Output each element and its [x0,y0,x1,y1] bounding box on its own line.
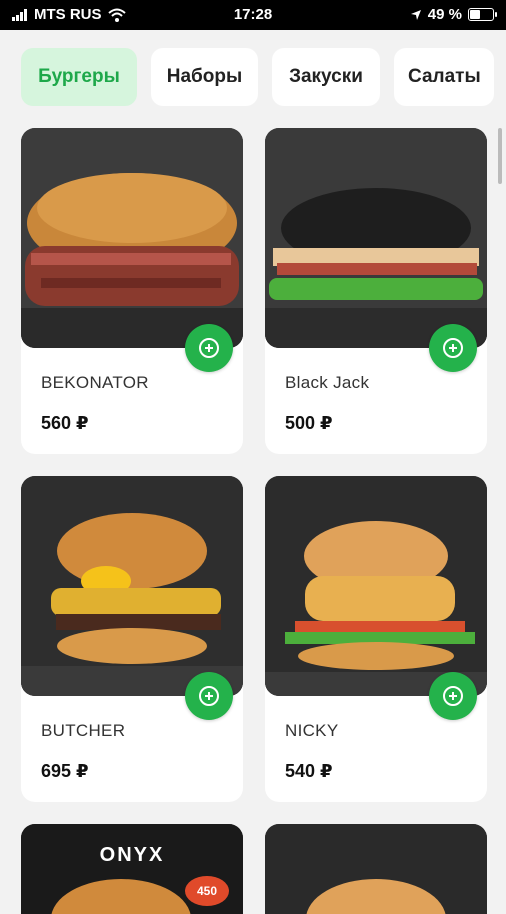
product-image [21,476,243,696]
product-name: BEKONATOR [41,373,149,392]
plus-circle-icon [443,686,463,706]
product-card-bekonator[interactable]: BEKONATOR 560 ₽ [21,128,243,454]
location-arrow-icon [410,9,421,20]
product-image [21,128,243,348]
product-image: ONYX 450 [21,824,243,914]
tab-burgers[interactable]: Бургеры [21,48,137,106]
product-card-onyx[interactable]: ONYX 450 [21,824,243,914]
battery-icon [468,8,497,21]
scrollbar[interactable] [498,128,502,184]
product-card-black-jack[interactable]: Black Jack 500 ₽ [265,128,487,454]
product-name: BUTCHER [41,721,126,740]
add-to-cart-button[interactable] [185,672,233,720]
plus-circle-icon [199,686,219,706]
product-name: Black Jack [285,373,370,392]
product-price: 500 ₽ [285,413,333,433]
product-price: 560 ₽ [41,413,89,433]
product-image [265,476,487,696]
product-name: NICKY [285,721,339,740]
product-price: 695 ₽ [41,761,89,781]
category-tabs: Бургеры Наборы Закуски Салаты [21,48,506,106]
add-to-cart-button[interactable] [185,324,233,372]
tab-salads[interactable]: Салаты [394,48,494,106]
product-card-partial[interactable] [265,824,487,914]
product-card-butcher[interactable]: BUTCHER 695 ₽ [21,476,243,802]
status-bar: MTS RUS 17:28 49 % [0,0,506,30]
plus-circle-icon [199,338,219,358]
tab-snacks[interactable]: Закуски [272,48,380,106]
battery-percent: 49 % [427,6,462,23]
onyx-label: ONYX [99,844,165,866]
product-price: 540 ₽ [285,761,333,781]
tab-sets[interactable]: Наборы [151,48,258,106]
product-grid: BEKONATOR 560 ₽ Black Jack 500 ₽ BUTCHER… [21,128,487,914]
status-right: 49 % [410,6,497,23]
price-badge: 450 [185,876,229,906]
product-card-nicky[interactable]: NICKY 540 ₽ [265,476,487,802]
add-to-cart-button[interactable] [429,324,477,372]
product-image [265,128,487,348]
product-image [265,824,487,914]
add-to-cart-button[interactable] [429,672,477,720]
plus-circle-icon [443,338,463,358]
